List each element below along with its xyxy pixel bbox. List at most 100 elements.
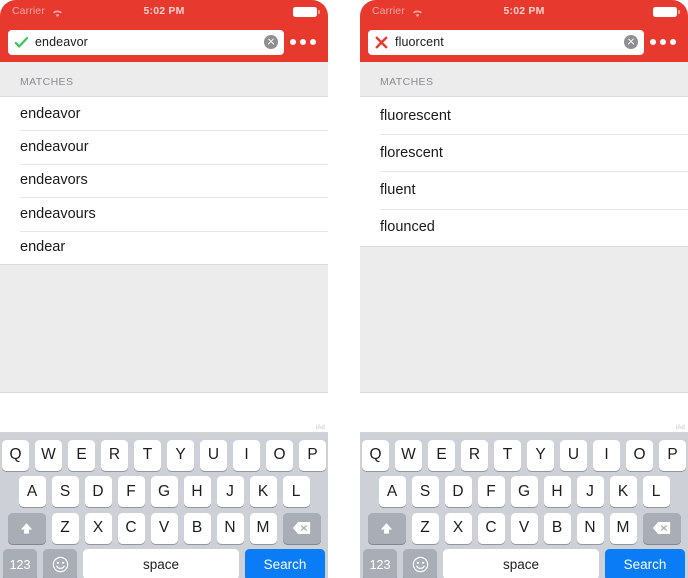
key-v[interactable]: V [510, 512, 538, 544]
backspace-delete-icon[interactable] [642, 512, 681, 544]
key-d[interactable]: D [84, 476, 112, 507]
dot [650, 39, 656, 45]
key-n[interactable]: N [216, 512, 244, 544]
status-bar-left: Carrier 5:02 PM [0, 0, 328, 22]
numeric-keyboard-button[interactable]: 123 [3, 549, 37, 578]
clear-circle-icon[interactable] [264, 35, 278, 49]
key-i[interactable]: I [593, 439, 620, 471]
search-key[interactable]: Search [245, 549, 325, 578]
key-b[interactable]: B [183, 512, 211, 544]
space-key[interactable]: space [443, 549, 599, 578]
list-item[interactable]: endeavour [0, 130, 328, 164]
key-u[interactable]: U [200, 439, 227, 471]
key-u[interactable]: U [560, 439, 587, 471]
key-x[interactable]: X [444, 512, 472, 544]
key-q[interactable]: Q [362, 439, 389, 471]
phone-screen-left: Carrier 5:02 PM endeavor MATCHES endeavo… [0, 0, 328, 578]
list-item[interactable]: flounced [360, 208, 688, 246]
key-f[interactable]: F [477, 476, 505, 507]
key-t[interactable]: T [134, 439, 161, 471]
key-c[interactable]: C [477, 512, 505, 544]
screenshot-stage: Carrier 5:02 PM endeavor MATCHES endeavo… [0, 0, 688, 578]
matches-list-area-left: MATCHES endeavor endeavour endeavors end… [0, 62, 328, 392]
key-l[interactable]: L [282, 476, 310, 507]
key-x[interactable]: X [84, 512, 112, 544]
key-o[interactable]: O [266, 439, 293, 471]
dot [290, 39, 296, 45]
key-g[interactable]: G [510, 476, 538, 507]
battery-full-icon [293, 7, 320, 17]
key-m[interactable]: M [249, 512, 277, 544]
list-item[interactable]: endeavor [0, 97, 328, 131]
status-bar-clock: 5:02 PM [143, 5, 185, 17]
shift-up-arrow-icon[interactable] [7, 512, 46, 544]
key-n[interactable]: N [576, 512, 604, 544]
search-key[interactable]: Search [605, 549, 685, 578]
key-d[interactable]: D [444, 476, 472, 507]
matches-list-area-right: MATCHES fluorescent florescent fluent fl… [360, 62, 688, 392]
search-input-right[interactable]: fluorcent [368, 29, 644, 55]
key-s[interactable]: S [411, 476, 439, 507]
search-bar-row-right: fluorcent [360, 22, 688, 62]
key-y[interactable]: Y [167, 439, 194, 471]
key-o[interactable]: O [626, 439, 653, 471]
space-key[interactable]: space [83, 549, 239, 578]
list-item[interactable]: endear [0, 230, 328, 264]
ad-banner-right[interactable]: iAd [360, 392, 688, 433]
list-item[interactable]: endeavours [0, 197, 328, 231]
key-f[interactable]: F [117, 476, 145, 507]
key-w[interactable]: W [395, 439, 422, 471]
key-e[interactable]: E [68, 439, 95, 471]
keyboard-row-4: 123 space Search [363, 548, 685, 578]
key-j[interactable]: J [576, 476, 604, 507]
key-k[interactable]: K [609, 476, 637, 507]
ad-banner-left[interactable]: iAd [0, 392, 328, 433]
key-w[interactable]: W [35, 439, 62, 471]
key-a[interactable]: A [18, 476, 46, 507]
list-item[interactable]: florescent [360, 134, 688, 172]
keyboard-row-1: Q W E R T Y U I O P [362, 438, 686, 472]
battery-full-icon [653, 7, 680, 17]
key-h[interactable]: H [543, 476, 571, 507]
list-item[interactable]: fluent [360, 171, 688, 209]
key-m[interactable]: M [609, 512, 637, 544]
shift-up-arrow-icon[interactable] [367, 512, 406, 544]
key-r[interactable]: R [461, 439, 488, 471]
dot [660, 39, 666, 45]
key-q[interactable]: Q [2, 439, 29, 471]
list-item[interactable]: fluorescent [360, 97, 688, 135]
key-h[interactable]: H [183, 476, 211, 507]
key-l[interactable]: L [642, 476, 670, 507]
key-p[interactable]: P [299, 439, 326, 471]
list-item[interactable]: endeavors [0, 163, 328, 198]
smiley-face-icon[interactable] [403, 549, 437, 578]
key-y[interactable]: Y [527, 439, 554, 471]
key-z[interactable]: Z [51, 512, 79, 544]
key-a[interactable]: A [378, 476, 406, 507]
key-s[interactable]: S [51, 476, 79, 507]
more-dots-icon[interactable] [646, 39, 680, 45]
key-z[interactable]: Z [411, 512, 439, 544]
key-i[interactable]: I [233, 439, 260, 471]
key-e[interactable]: E [428, 439, 455, 471]
numeric-keyboard-button[interactable]: 123 [363, 549, 397, 578]
status-bar-clock: 5:02 PM [503, 5, 545, 17]
key-c[interactable]: C [117, 512, 145, 544]
key-j[interactable]: J [216, 476, 244, 507]
search-input-value: endeavor [35, 35, 88, 49]
dot [310, 39, 316, 45]
key-t[interactable]: T [494, 439, 521, 471]
onscreen-keyboard-left: Q W E R T Y U I O P A S D F G H J K L Z … [0, 433, 328, 578]
key-k[interactable]: K [249, 476, 277, 507]
backspace-delete-icon[interactable] [282, 512, 321, 544]
more-dots-icon[interactable] [286, 39, 320, 45]
smiley-face-icon[interactable] [43, 549, 77, 578]
iad-label: iAd [315, 425, 325, 431]
key-r[interactable]: R [101, 439, 128, 471]
key-g[interactable]: G [150, 476, 178, 507]
key-b[interactable]: B [543, 512, 571, 544]
clear-circle-icon[interactable] [624, 35, 638, 49]
key-v[interactable]: V [150, 512, 178, 544]
search-input-left[interactable]: endeavor [8, 29, 284, 55]
key-p[interactable]: P [659, 439, 686, 471]
